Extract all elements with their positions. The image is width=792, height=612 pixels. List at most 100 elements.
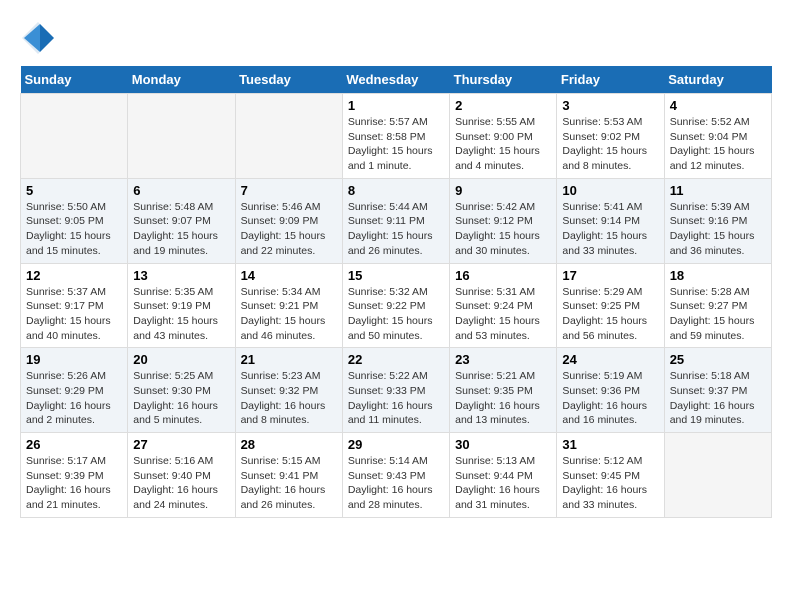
calendar-cell: 20 Sunrise: 5:25 AM Sunset: 9:30 PM Dayli…: [128, 348, 235, 433]
calendar-cell: 3 Sunrise: 5:53 AM Sunset: 9:02 PM Daylig…: [557, 94, 664, 179]
day-number: 21: [241, 352, 337, 367]
day-info: Sunrise: 5:12 AM Sunset: 9:45 PM Dayligh…: [562, 454, 658, 513]
calendar-table: SundayMondayTuesdayWednesdayThursdayFrid…: [20, 66, 772, 518]
day-number: 26: [26, 437, 122, 452]
day-info: Sunrise: 5:34 AM Sunset: 9:21 PM Dayligh…: [241, 285, 337, 344]
calendar-cell: 15 Sunrise: 5:32 AM Sunset: 9:22 PM Dayli…: [342, 263, 449, 348]
day-info: Sunrise: 5:52 AM Sunset: 9:04 PM Dayligh…: [670, 115, 766, 174]
day-number: 14: [241, 268, 337, 283]
calendar-cell: 22Sunrise: 5:22 AM Sunset: 9:33 PM Dayli…: [342, 348, 449, 433]
day-number: 11: [670, 183, 766, 198]
day-info: Sunrise: 5:57 AM Sunset: 8:58 PM Dayligh…: [348, 115, 444, 174]
day-info: Sunrise: 5:23 AM Sunset: 9:32 PM Dayligh…: [241, 369, 337, 428]
day-info: Sunrise: 5:44 AM Sunset: 9:11 PM Dayligh…: [348, 200, 444, 259]
day-info: Sunrise: 5:25 AM Sunset: 9:30 PM Dayligh…: [133, 369, 229, 428]
day-number: 10: [562, 183, 658, 198]
calendar-cell: 31 Sunrise: 5:12 AM Sunset: 9:45 PM Dayli…: [557, 433, 664, 518]
day-info: Sunrise: 5:50 AM Sunset: 9:05 PM Dayligh…: [26, 200, 122, 259]
day-number: 4: [670, 98, 766, 113]
calendar-cell: 10 Sunrise: 5:41 AM Sunset: 9:14 PM Dayli…: [557, 178, 664, 263]
calendar-cell: 29Sunrise: 5:14 AM Sunset: 9:43 PM Dayli…: [342, 433, 449, 518]
day-number: 2: [455, 98, 551, 113]
day-number: 22: [348, 352, 444, 367]
day-number: 23: [455, 352, 551, 367]
day-info: Sunrise: 5:39 AM Sunset: 9:16 PM Dayligh…: [670, 200, 766, 259]
calendar-week-row: 5 Sunrise: 5:50 AM Sunset: 9:05 PM Daylig…: [21, 178, 772, 263]
calendar-cell: 19 Sunrise: 5:26 AM Sunset: 9:29 PM Dayli…: [21, 348, 128, 433]
calendar-cell: 25 Sunrise: 5:18 AM Sunset: 9:37 PM Dayli…: [664, 348, 771, 433]
calendar-cell: 17 Sunrise: 5:29 AM Sunset: 9:25 PM Dayli…: [557, 263, 664, 348]
calendar-cell: 9 Sunrise: 5:42 AM Sunset: 9:12 PM Daylig…: [450, 178, 557, 263]
calendar-cell: 18Sunrise: 5:28 AM Sunset: 9:27 PM Dayli…: [664, 263, 771, 348]
day-info: Sunrise: 5:26 AM Sunset: 9:29 PM Dayligh…: [26, 369, 122, 428]
calendar-cell: [128, 94, 235, 179]
day-number: 9: [455, 183, 551, 198]
day-number: 3: [562, 98, 658, 113]
day-info: Sunrise: 5:53 AM Sunset: 9:02 PM Dayligh…: [562, 115, 658, 174]
day-number: 8: [348, 183, 444, 198]
day-info: Sunrise: 5:16 AM Sunset: 9:40 PM Dayligh…: [133, 454, 229, 513]
day-info: Sunrise: 5:48 AM Sunset: 9:07 PM Dayligh…: [133, 200, 229, 259]
day-info: Sunrise: 5:29 AM Sunset: 9:25 PM Dayligh…: [562, 285, 658, 344]
day-number: 20: [133, 352, 229, 367]
calendar-cell: 1 Sunrise: 5:57 AM Sunset: 8:58 PM Daylig…: [342, 94, 449, 179]
day-number: 15: [348, 268, 444, 283]
day-number: 16: [455, 268, 551, 283]
day-number: 30: [455, 437, 551, 452]
calendar-week-row: 19 Sunrise: 5:26 AM Sunset: 9:29 PM Dayli…: [21, 348, 772, 433]
day-info: Sunrise: 5:42 AM Sunset: 9:12 PM Dayligh…: [455, 200, 551, 259]
day-info: Sunrise: 5:31 AM Sunset: 9:24 PM Dayligh…: [455, 285, 551, 344]
weekday-header: Tuesday: [235, 66, 342, 94]
day-number: 27: [133, 437, 229, 452]
page-header: [20, 20, 772, 56]
calendar-cell: 21 Sunrise: 5:23 AM Sunset: 9:32 PM Dayli…: [235, 348, 342, 433]
calendar-cell: 26 Sunrise: 5:17 AM Sunset: 9:39 PM Dayli…: [21, 433, 128, 518]
day-info: Sunrise: 5:18 AM Sunset: 9:37 PM Dayligh…: [670, 369, 766, 428]
calendar-cell: 8 Sunrise: 5:44 AM Sunset: 9:11 PM Daylig…: [342, 178, 449, 263]
day-number: 17: [562, 268, 658, 283]
calendar-cell: 2Sunrise: 5:55 AM Sunset: 9:00 PM Daylig…: [450, 94, 557, 179]
weekday-header: Saturday: [664, 66, 771, 94]
day-number: 28: [241, 437, 337, 452]
day-number: 24: [562, 352, 658, 367]
day-info: Sunrise: 5:41 AM Sunset: 9:14 PM Dayligh…: [562, 200, 658, 259]
calendar-cell: [235, 94, 342, 179]
calendar-cell: 11 Sunrise: 5:39 AM Sunset: 9:16 PM Dayli…: [664, 178, 771, 263]
calendar-cell: 27 Sunrise: 5:16 AM Sunset: 9:40 PM Dayli…: [128, 433, 235, 518]
calendar-cell: 24 Sunrise: 5:19 AM Sunset: 9:36 PM Dayli…: [557, 348, 664, 433]
day-number: 5: [26, 183, 122, 198]
day-info: Sunrise: 5:13 AM Sunset: 9:44 PM Dayligh…: [455, 454, 551, 513]
calendar-cell: 12Sunrise: 5:37 AM Sunset: 9:17 PM Dayli…: [21, 263, 128, 348]
calendar-cell: 16 Sunrise: 5:31 AM Sunset: 9:24 PM Dayli…: [450, 263, 557, 348]
weekday-header: Thursday: [450, 66, 557, 94]
calendar-cell: 4 Sunrise: 5:52 AM Sunset: 9:04 PM Daylig…: [664, 94, 771, 179]
weekday-header: Sunday: [21, 66, 128, 94]
day-number: 6: [133, 183, 229, 198]
calendar-cell: [21, 94, 128, 179]
day-info: Sunrise: 5:35 AM Sunset: 9:19 PM Dayligh…: [133, 285, 229, 344]
calendar-cell: 6 Sunrise: 5:48 AM Sunset: 9:07 PM Daylig…: [128, 178, 235, 263]
day-number: 1: [348, 98, 444, 113]
logo: [20, 20, 62, 56]
logo-icon: [20, 20, 56, 56]
day-number: 7: [241, 183, 337, 198]
day-info: Sunrise: 5:21 AM Sunset: 9:35 PM Dayligh…: [455, 369, 551, 428]
weekday-header: Monday: [128, 66, 235, 94]
day-number: 12: [26, 268, 122, 283]
day-info: Sunrise: 5:32 AM Sunset: 9:22 PM Dayligh…: [348, 285, 444, 344]
calendar-cell: 14 Sunrise: 5:34 AM Sunset: 9:21 PM Dayli…: [235, 263, 342, 348]
calendar-week-row: 26 Sunrise: 5:17 AM Sunset: 9:39 PM Dayli…: [21, 433, 772, 518]
day-number: 25: [670, 352, 766, 367]
day-number: 19: [26, 352, 122, 367]
day-number: 31: [562, 437, 658, 452]
day-info: Sunrise: 5:14 AM Sunset: 9:43 PM Dayligh…: [348, 454, 444, 513]
calendar-week-row: 1 Sunrise: 5:57 AM Sunset: 8:58 PM Daylig…: [21, 94, 772, 179]
day-info: Sunrise: 5:46 AM Sunset: 9:09 PM Dayligh…: [241, 200, 337, 259]
weekday-header: Friday: [557, 66, 664, 94]
day-info: Sunrise: 5:19 AM Sunset: 9:36 PM Dayligh…: [562, 369, 658, 428]
day-info: Sunrise: 5:17 AM Sunset: 9:39 PM Dayligh…: [26, 454, 122, 513]
calendar-cell: 13 Sunrise: 5:35 AM Sunset: 9:19 PM Dayli…: [128, 263, 235, 348]
day-number: 13: [133, 268, 229, 283]
calendar-cell: [664, 433, 771, 518]
day-number: 18: [670, 268, 766, 283]
